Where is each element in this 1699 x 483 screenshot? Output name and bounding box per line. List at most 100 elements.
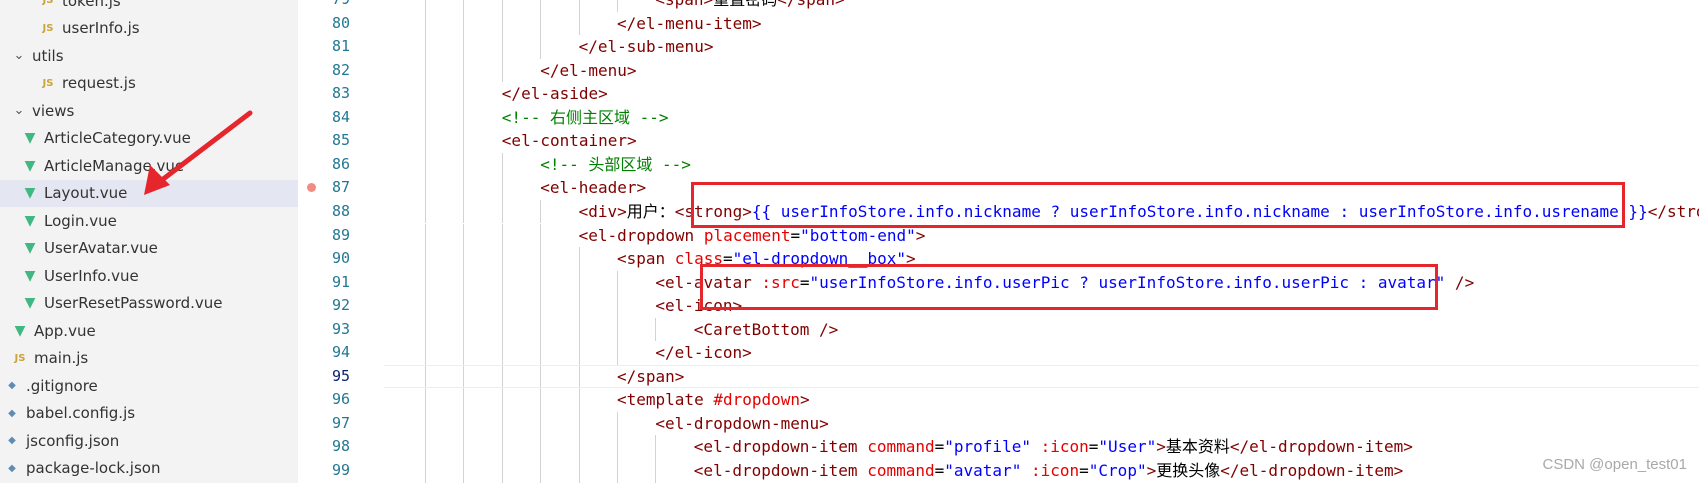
indent-guide (463, 247, 465, 271)
tree-item[interactable]: ◆ babel.config.js (0, 400, 298, 427)
code-line[interactable]: </el-sub-menu> (579, 35, 714, 59)
tree-item-label: Login.vue (44, 211, 117, 230)
babel-file-icon: ◆ (8, 407, 16, 419)
indent-guide (540, 388, 542, 412)
tree-item-label: package-lock.json (26, 459, 161, 477)
tree-item[interactable]: JS main.js (0, 345, 298, 372)
indent-guide (463, 317, 465, 342)
line-number: 79 (298, 0, 350, 12)
code-line[interactable]: </el-aside> (502, 82, 608, 106)
code-token: </span> (777, 0, 844, 9)
vue-file-icon: ▼ (24, 267, 36, 284)
tree-item[interactable]: ◆ .gitignore (0, 372, 298, 399)
indent-guide (578, 11, 580, 36)
indent-guide (425, 294, 426, 318)
indent-guide (501, 435, 503, 459)
code-line[interactable]: <el-header> (540, 176, 646, 200)
indent-guide (425, 152, 426, 177)
code-token: <el-dropdown-item (693, 437, 868, 457)
code-token: <el-dropdown (578, 225, 704, 245)
indent-guide (617, 341, 618, 365)
line-number: 81 (331, 37, 350, 56)
indent-guide (425, 223, 426, 248)
tree-item[interactable]: ▼ UserResetPassword.vue (0, 290, 298, 317)
code-line[interactable]: <!-- 头部区域 --> (540, 153, 691, 177)
indent-guide (617, 435, 618, 459)
line-number: 80 (331, 13, 350, 32)
code-line[interactable]: <span>重置密码</span> (655, 0, 844, 12)
tree-item[interactable]: ▼ Login.vue (0, 207, 298, 234)
vue-file-icon: ▼ (24, 240, 36, 256)
tree-item[interactable]: ▼ UserInfo.vue (0, 262, 298, 289)
line-number: 83 (331, 84, 350, 103)
code-token: <el-header> (540, 178, 647, 198)
indent-guide (425, 388, 426, 412)
code-token: :icon (1040, 437, 1089, 457)
code-token: <template (617, 390, 714, 410)
code-line[interactable]: <el-container> (502, 129, 637, 153)
indent-guide (463, 152, 465, 177)
tree-item-label: main.js (34, 349, 89, 367)
code-line[interactable]: </el-menu-item> (617, 12, 762, 36)
indent-guide (617, 0, 618, 12)
indent-guide (425, 341, 426, 365)
code-token: </strong> (1647, 201, 1699, 221)
code-token: 更换头像 (1156, 461, 1221, 480)
tree-item[interactable]: ◆ jsconfig.json (0, 427, 298, 454)
line-number: 85 (331, 131, 350, 150)
code-token: 重置密码 (713, 0, 777, 9)
indent-guide (578, 388, 580, 412)
code-token: > (1146, 461, 1157, 480)
code-token: #dropdown (713, 390, 801, 410)
code-line[interactable]: <CaretBottom /> (694, 318, 839, 342)
code-line[interactable]: <template #dropdown> (617, 388, 810, 412)
code-line[interactable]: <el-dropdown-item command="profile" :ico… (694, 435, 1413, 459)
indent-guide (540, 317, 542, 342)
code-token: placement (703, 225, 791, 245)
code-token: > (1156, 437, 1166, 457)
code-token: </el-dropdown-item> (1220, 461, 1404, 480)
tree-item[interactable]: ▼ App.vue (0, 317, 298, 344)
indent-guide (425, 11, 426, 36)
vue-file-icon: ▼ (14, 322, 26, 339)
indent-guide (463, 341, 465, 365)
indent-guide (425, 317, 426, 342)
highlight-box-avatar-src (700, 264, 1438, 310)
code-editor[interactable]: <span>重置密码</span></el-menu-item></el-sub… (384, 0, 1699, 483)
code-token: = (934, 437, 945, 457)
code-line[interactable]: <el-dropdown-item command="avatar" :icon… (694, 459, 1403, 483)
code-token: :icon (1030, 461, 1080, 480)
indent-guide (617, 294, 618, 318)
tree-item[interactable]: ◆ package-lock.json (0, 455, 298, 482)
tree-item[interactable]: ▼ UserAvatar.vue (0, 235, 298, 262)
current-line-highlight (384, 364, 1699, 388)
indent-guide (463, 129, 465, 153)
indent-guide (540, 11, 542, 36)
code-line[interactable]: </el-menu> (540, 59, 636, 83)
red-arrow-annotation (144, 110, 253, 195)
code-token: </el-menu> (540, 60, 637, 80)
code-line[interactable]: </el-icon> (655, 341, 751, 365)
code-token: <el-dropdown-menu> (655, 413, 829, 433)
indent-guide (425, 176, 426, 200)
indent-guide (617, 270, 618, 295)
code-line[interactable]: <!-- 右侧主区域 --> (502, 106, 669, 130)
indent-guide (463, 82, 465, 106)
indent-guide (578, 270, 580, 295)
code-token: = (934, 461, 945, 480)
tree-item-label: UserAvatar.vue (44, 239, 158, 257)
code-line[interactable]: <el-dropdown-menu> (655, 412, 828, 436)
indent-guide (501, 58, 503, 83)
indent-guide (463, 35, 465, 59)
indent-guide (540, 270, 542, 295)
line-number: 90 (331, 249, 350, 268)
code-token: <el-container> (501, 131, 637, 151)
indent-guide (540, 459, 542, 483)
indent-guide (578, 317, 580, 342)
line-number: 92 (331, 296, 350, 315)
indent-guide (655, 459, 657, 483)
line-number: 93 (331, 319, 350, 338)
code-token: <div> (578, 201, 627, 221)
code-token: </el-sub-menu> (578, 37, 714, 57)
